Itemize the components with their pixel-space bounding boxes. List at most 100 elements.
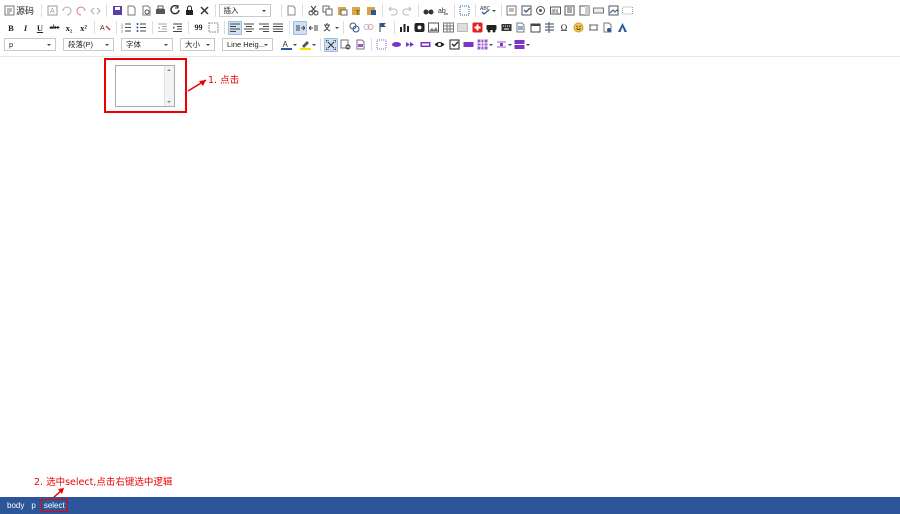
form-button[interactable]: [505, 4, 519, 18]
car-button[interactable]: [485, 21, 499, 35]
unlink-button[interactable]: [362, 21, 376, 35]
textfield-button[interactable]: ab|: [548, 4, 562, 18]
lock-button[interactable]: [183, 4, 197, 18]
about-button[interactable]: [353, 38, 367, 52]
plugin-1-button[interactable]: [375, 38, 389, 52]
align-left-button[interactable]: [227, 20, 242, 35]
div-container-button[interactable]: [206, 21, 220, 35]
radio-button[interactable]: [534, 4, 548, 18]
paste-word-button[interactable]: [364, 4, 378, 18]
redo-format-button[interactable]: [74, 4, 88, 18]
doc-props-button[interactable]: [285, 4, 299, 18]
text-color-button[interactable]: A: [280, 38, 298, 52]
plugin-10-button[interactable]: [513, 38, 531, 52]
page-props-button[interactable]: [601, 21, 615, 35]
image-button-button[interactable]: [606, 4, 620, 18]
undo-format-button[interactable]: [60, 4, 74, 18]
language-button[interactable]: [322, 21, 340, 35]
plugin-5-button[interactable]: [433, 38, 447, 52]
iframe-button[interactable]: [586, 21, 600, 35]
underline-button[interactable]: U: [33, 21, 47, 35]
italic-button[interactable]: I: [19, 21, 33, 35]
align-right-button[interactable]: [257, 21, 271, 35]
paste-text-button[interactable]: T: [350, 4, 364, 18]
plugin-8-button[interactable]: [476, 38, 494, 52]
paste-button[interactable]: [335, 4, 349, 18]
bold-button[interactable]: B: [4, 21, 18, 35]
anchor-button[interactable]: [376, 21, 390, 35]
plugin-4-button[interactable]: [418, 38, 432, 52]
ltr-button[interactable]: [292, 20, 307, 35]
page-break-button[interactable]: [514, 21, 528, 35]
breadcrumb-select[interactable]: select: [40, 499, 68, 512]
plugin-3-button[interactable]: [404, 38, 418, 52]
plugin-2-button[interactable]: [389, 38, 403, 52]
show-blocks-button[interactable]: [339, 38, 353, 52]
line-height-dropdown[interactable]: Line Heig...: [222, 38, 273, 51]
insert-dropdown[interactable]: 插入: [218, 4, 271, 17]
strike-button[interactable]: abc: [48, 21, 62, 35]
flash-button[interactable]: [412, 21, 426, 35]
paragraph-dropdown[interactable]: 段落(P): [63, 38, 114, 51]
save-button[interactable]: [110, 4, 124, 18]
checkbox-button[interactable]: [519, 4, 533, 18]
align-center-button[interactable]: [242, 21, 256, 35]
textarea-button[interactable]: [563, 4, 577, 18]
hidden-field-button[interactable]: [621, 4, 635, 18]
superscript-button[interactable]: x²: [77, 21, 91, 35]
emoji-button[interactable]: [572, 21, 586, 35]
keyboard-button[interactable]: [499, 21, 513, 35]
rtl-button[interactable]: [307, 21, 321, 35]
list-style-button[interactable]: [543, 21, 557, 35]
breadcrumb-body[interactable]: body: [7, 501, 24, 510]
horizontal-rule-button[interactable]: [456, 21, 470, 35]
numbered-list-button[interactable]: 123: [120, 21, 134, 35]
source-button[interactable]: 源码: [4, 4, 34, 17]
chart-icon: [400, 24, 409, 32]
bullet-list-button[interactable]: [134, 21, 148, 35]
replace-button[interactable]: ab: [436, 4, 450, 18]
breadcrumb-p[interactable]: p: [31, 501, 35, 510]
preview-button[interactable]: [139, 4, 153, 18]
select-button[interactable]: [577, 4, 591, 18]
annotation-arrow-1: [187, 79, 207, 92]
form-icon: [506, 5, 517, 16]
align-justify-button[interactable]: [271, 21, 285, 35]
subscript-button[interactable]: x₂: [62, 21, 76, 35]
redo-button[interactable]: [400, 4, 414, 18]
undo-button[interactable]: [386, 4, 400, 18]
font-dropdown[interactable]: 字体: [121, 38, 173, 51]
table-button[interactable]: [441, 21, 455, 35]
plugin-9-button[interactable]: [495, 38, 513, 52]
button-button[interactable]: [592, 4, 606, 18]
bg-color-button[interactable]: [299, 38, 317, 52]
calendar-button[interactable]: [528, 21, 542, 35]
link-button[interactable]: [347, 21, 361, 35]
close-button[interactable]: [197, 4, 211, 18]
cut-button[interactable]: [306, 4, 320, 18]
special-char-button[interactable]: Ω: [557, 21, 571, 35]
spellcheck-button[interactable]: ABC: [479, 4, 497, 18]
text-color-icon: A: [281, 40, 292, 50]
blockquote-button[interactable]: 99: [192, 21, 206, 35]
maximize-button[interactable]: [324, 37, 338, 52]
image-button[interactable]: [427, 21, 441, 35]
indent-button[interactable]: [170, 21, 184, 35]
copy-button[interactable]: [321, 4, 335, 18]
find-button[interactable]: [422, 4, 436, 18]
new-page-button[interactable]: [125, 4, 139, 18]
plugin-6-button[interactable]: [447, 38, 461, 52]
styles-button[interactable]: [615, 21, 629, 35]
format-dropdown[interactable]: p: [4, 38, 56, 51]
print-button[interactable]: [154, 4, 168, 18]
template-button[interactable]: A: [45, 4, 59, 18]
outdent-button[interactable]: [156, 21, 170, 35]
size-dropdown[interactable]: 大小: [180, 38, 215, 51]
remove-format-button[interactable]: A: [98, 21, 112, 35]
code-button[interactable]: [89, 4, 103, 18]
medical-button[interactable]: [470, 21, 484, 35]
plugin-7-button[interactable]: [462, 38, 476, 52]
chart-button[interactable]: [398, 21, 412, 35]
refresh-button[interactable]: [168, 4, 182, 18]
select-all-button[interactable]: [458, 4, 472, 18]
